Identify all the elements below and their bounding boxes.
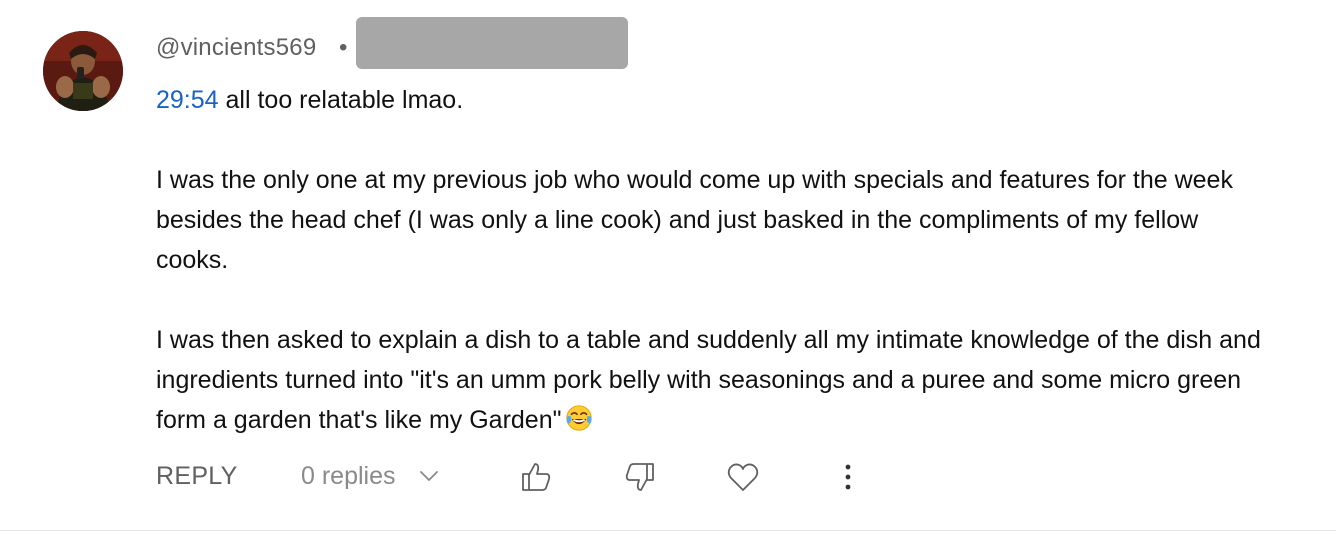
thumbs-up-icon[interactable] (519, 460, 553, 494)
comment-author[interactable]: @vincients569 (156, 34, 316, 62)
thumbs-down-icon[interactable] (623, 460, 657, 494)
heart-icon[interactable] (726, 460, 760, 494)
comment-line: cooks. (156, 246, 229, 274)
comment-line: besides the head chef (I was only a line… (156, 206, 1199, 234)
timestamp-link[interactable]: 29:54 (156, 86, 219, 114)
reply-button[interactable]: REPLY (156, 462, 238, 491)
comment-body: 29:54 all too relatable lmao. I was the … (156, 80, 1326, 440)
comment-line: I was the only one at my previous job wh… (156, 166, 1233, 194)
comment-line: form a garden that's like my Garden" (156, 400, 1326, 440)
comment: @vincients569 • 29:54 all too relatable … (0, 0, 1336, 534)
redacted-area (356, 17, 628, 69)
avatar-image (43, 31, 123, 111)
avatar[interactable] (43, 31, 123, 111)
divider (0, 530, 1336, 531)
replies-toggle[interactable]: 0 replies (301, 462, 396, 491)
comment-text: all too relatable lmao. (218, 86, 464, 114)
comment-line: I was then asked to explain a dish to a … (156, 326, 1261, 354)
chevron-down-icon[interactable] (419, 469, 439, 483)
comment-text: form a garden that's like my Garden" (156, 406, 562, 434)
comment-line: 29:54 all too relatable lmao. (156, 80, 1326, 120)
separator-dot: • (339, 34, 348, 61)
comment-actions: REPLY 0 replies (0, 456, 1336, 500)
more-vertical-icon[interactable] (833, 460, 867, 494)
face-with-tears-of-joy-icon (565, 405, 592, 431)
comment-line: ingredients turned into "it's an umm por… (156, 366, 1242, 394)
